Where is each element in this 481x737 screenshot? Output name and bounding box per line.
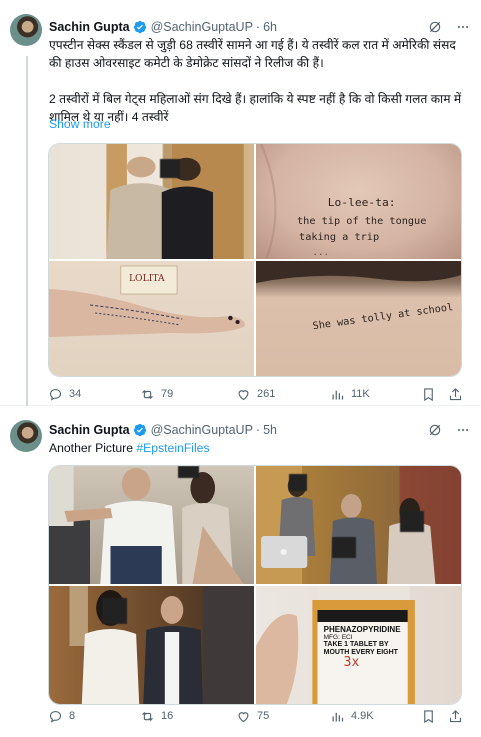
photo-man-on-plane[interactable] — [49, 466, 254, 584]
pill-label-dose: TAKE 1 TABLET BY — [323, 641, 389, 649]
share-button[interactable] — [448, 709, 463, 724]
bookmark-icon — [424, 387, 433, 401]
views-chart-icon — [332, 390, 344, 399]
repost-icon — [142, 389, 153, 399]
tweet[interactable]: Sachin Gupta @SachinGuptaUP · 6h एपस्टीन… — [0, 0, 481, 406]
avatar[interactable] — [10, 14, 42, 46]
censor-blur — [102, 597, 127, 624]
more-options-icon[interactable] — [455, 422, 471, 438]
share-button[interactable] — [448, 387, 463, 402]
views-count: 11K — [351, 388, 370, 400]
timestamp[interactable]: 6h — [263, 20, 277, 34]
reply-button[interactable]: 8 — [48, 709, 75, 724]
grok-icon[interactable] — [427, 422, 443, 438]
tweet[interactable]: Sachin Gupta @SachinGuptaUP · 5h Another… — [0, 407, 481, 737]
bookmark-button[interactable] — [421, 709, 436, 724]
bookmark-icon — [424, 709, 433, 723]
tweet-text-paragraph: एपस्टीन सेक्स स्कैंडल से जुड़ी 68 तस्वीर… — [49, 38, 456, 70]
like-count: 261 — [257, 388, 276, 400]
tweet-text-plain: Another Picture — [49, 441, 137, 455]
separator-dot: · — [255, 20, 261, 34]
timestamp[interactable]: 5h — [263, 423, 277, 437]
views-chart-icon — [332, 712, 344, 721]
pill-bottle-label: PHENAZOPYRIDINE MFG: ECI TAKE 1 TABLET B… — [323, 625, 402, 670]
svg-text:LOLITA: LOLITA — [129, 274, 165, 284]
pill-label-mfg: MFG: ECI — [323, 633, 353, 641]
tweet-text-paragraph: 2 तस्वीरों में बिल गेट्स महिलाओं संग दिख… — [49, 92, 462, 124]
show-more-link[interactable]: Show more — [49, 117, 111, 131]
photo-group-with-laptop[interactable] — [256, 466, 461, 584]
tweet-text: Another Picture #EpsteinFiles — [49, 439, 467, 457]
svg-text:She was tolly at school: She was tolly at school — [312, 302, 454, 332]
verified-badge-icon — [133, 20, 146, 34]
photo-handwriting-on-foot[interactable]: LOLITA — [49, 261, 254, 376]
verified-badge-icon — [133, 423, 146, 437]
repost-button[interactable]: 16 — [140, 709, 173, 724]
separator-dot: · — [255, 423, 261, 437]
repost-count: 79 — [161, 388, 174, 400]
censor-blur — [399, 510, 425, 533]
media-grid: Lo-lee-ta: the tip of the tongue taking … — [48, 143, 462, 377]
grok-icon[interactable] — [427, 19, 443, 35]
repost-count: 16 — [161, 710, 174, 722]
thread-line — [26, 56, 28, 406]
share-icon — [449, 387, 462, 400]
author-handle[interactable]: @SachinGuptaUP — [151, 423, 253, 437]
repost-icon — [142, 711, 153, 721]
heart-icon — [238, 389, 249, 400]
author-name[interactable]: Sachin Gupta — [49, 20, 130, 34]
action-bar: 34 79 261 11K — [48, 385, 467, 403]
photo-handwriting-on-back[interactable]: Lo-lee-ta: the tip of the tongue taking … — [256, 144, 461, 259]
repost-button[interactable]: 79 — [140, 387, 173, 402]
svg-text:taking a trip: taking a trip — [299, 232, 379, 243]
svg-text:the tip of the tongue: the tip of the tongue — [297, 216, 426, 227]
bookmark-button[interactable] — [421, 387, 436, 402]
photo-handwriting-on-shoulder[interactable]: She was tolly at school — [256, 261, 461, 376]
svg-text:...: ... — [312, 248, 329, 258]
like-button[interactable]: 261 — [236, 387, 275, 402]
photo-man-and-woman-hallway[interactable] — [49, 586, 254, 704]
reply-button[interactable]: 34 — [48, 387, 81, 402]
media-grid: PHENAZOPYRIDINE MFG: ECI TAKE 1 TABLET B… — [48, 465, 462, 705]
author-handle[interactable]: @SachinGuptaUP — [151, 20, 253, 34]
pill-label-directions: MOUTH EVERY EIGHT — [323, 648, 398, 656]
views-button[interactable]: 11K — [330, 387, 370, 402]
views-count: 4.9K — [351, 710, 374, 722]
heart-icon — [238, 711, 249, 722]
like-button[interactable]: 75 — [236, 709, 269, 724]
reply-icon — [49, 388, 62, 401]
reply-count: 34 — [69, 388, 82, 400]
more-options-icon[interactable] — [455, 19, 471, 35]
svg-text:Lo-lee-ta:: Lo-lee-ta: — [328, 196, 396, 209]
censor-blur — [159, 158, 181, 179]
censor-blur — [331, 536, 357, 559]
reply-count: 8 — [69, 710, 76, 722]
share-icon — [449, 709, 462, 722]
action-bar: 8 16 75 4.9K — [48, 707, 467, 725]
reply-icon — [49, 710, 62, 723]
avatar[interactable] — [10, 420, 42, 452]
tweet-header: Sachin Gupta @SachinGuptaUP · 5h — [49, 420, 471, 440]
hashtag-link[interactable]: #EpsteinFiles — [136, 441, 209, 455]
photo-man-and-woman[interactable] — [49, 144, 254, 259]
censor-blur — [178, 466, 199, 478]
tweet-header: Sachin Gupta @SachinGuptaUP · 6h — [49, 17, 471, 37]
photo-pill-bottle[interactable]: PHENAZOPYRIDINE MFG: ECI TAKE 1 TABLET B… — [256, 586, 461, 704]
views-button[interactable]: 4.9K — [330, 709, 374, 724]
author-name[interactable]: Sachin Gupta — [49, 423, 130, 437]
like-count: 75 — [257, 710, 270, 722]
censor-blur — [288, 474, 308, 491]
tweet-text: एपस्टीन सेक्स स्कैंडल से जुड़ी 68 तस्वीर… — [49, 36, 467, 126]
pill-label-handwritten: 3x — [343, 655, 360, 670]
